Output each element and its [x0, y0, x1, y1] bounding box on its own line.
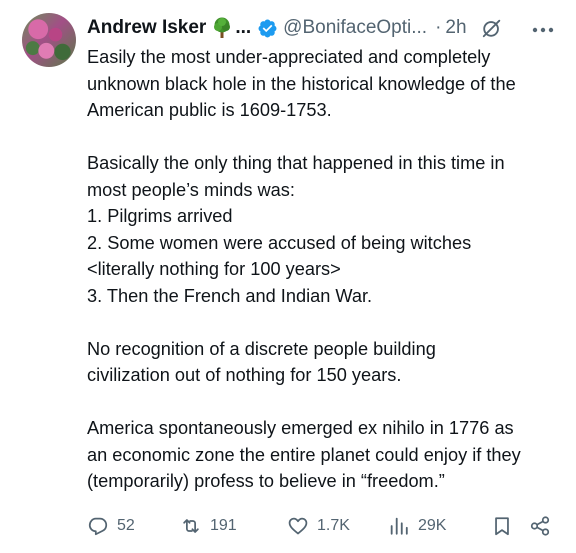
author-handle[interactable]: @BonifaceOpti... [283, 17, 427, 39]
tweet-line: unknown black hole in the historical kno… [87, 73, 516, 94]
action-bar: 52 191 1.7K 29K [87, 512, 557, 540]
reply-count: 52 [117, 517, 135, 534]
tweet-header: Andrew Isker ... @BonifaceOpti... · 2h [87, 13, 567, 43]
separator-dot: · [435, 17, 442, 38]
tweet-line: America spontaneously emerged ex nihilo … [87, 418, 514, 438]
tweet-text: Easily the most under-appreciated and co… [87, 44, 562, 495]
tweet-line: Basically the only thing that happened i… [87, 153, 505, 173]
tweet-line: 1. Pilgrims arrived [87, 206, 233, 226]
reply-icon [87, 515, 109, 537]
like-button[interactable]: 1.7K [287, 512, 350, 540]
author-display-name[interactable]: Andrew Isker [87, 17, 206, 39]
tweet-line: an economic zone the entire planet could… [87, 444, 521, 465]
views-count: 29K [418, 517, 447, 534]
bookmark-button[interactable] [491, 512, 513, 540]
like-count: 1.7K [317, 517, 350, 534]
bookmark-icon [491, 515, 513, 537]
verified-badge-icon [257, 18, 278, 39]
tweet-line: 2. Some women were accused of being witc… [87, 232, 472, 253]
repost-count: 191 [210, 517, 237, 534]
timestamp[interactable]: 2h [445, 17, 466, 39]
reply-button[interactable]: 52 [87, 512, 135, 540]
more-icon[interactable] [532, 20, 554, 34]
tweet-line: (temporarily) profess to believe in “fre… [87, 471, 445, 491]
views-button[interactable]: 29K [388, 512, 446, 540]
heart-icon [287, 515, 309, 537]
tweet-line: most people’s minds was: [87, 179, 295, 200]
name-ellipsis: ... [235, 17, 252, 38]
tweet-line: No recognition of a discrete people buil… [87, 338, 436, 359]
repost-icon [180, 515, 202, 537]
share-button[interactable] [529, 512, 551, 540]
views-icon [388, 515, 410, 537]
tweet[interactable]: Andrew Isker ... @BonifaceOpti... · 2h E… [0, 0, 576, 553]
repost-button[interactable]: 191 [180, 512, 237, 540]
tweet-line: Easily the most under-appreciated and co… [87, 47, 491, 67]
tweet-line: civilization out of nothing for 150 year… [87, 365, 402, 385]
tweet-line: <literally nothing for 100 years> [87, 259, 341, 279]
share-icon [529, 515, 551, 537]
tweet-line: 3. Then the French and Indian War. [87, 285, 373, 306]
tree-emoji-icon [212, 17, 232, 39]
avatar[interactable] [22, 13, 76, 67]
tweet-line: American public is 1609-1753. [87, 100, 332, 120]
grok-icon[interactable] [481, 17, 503, 39]
